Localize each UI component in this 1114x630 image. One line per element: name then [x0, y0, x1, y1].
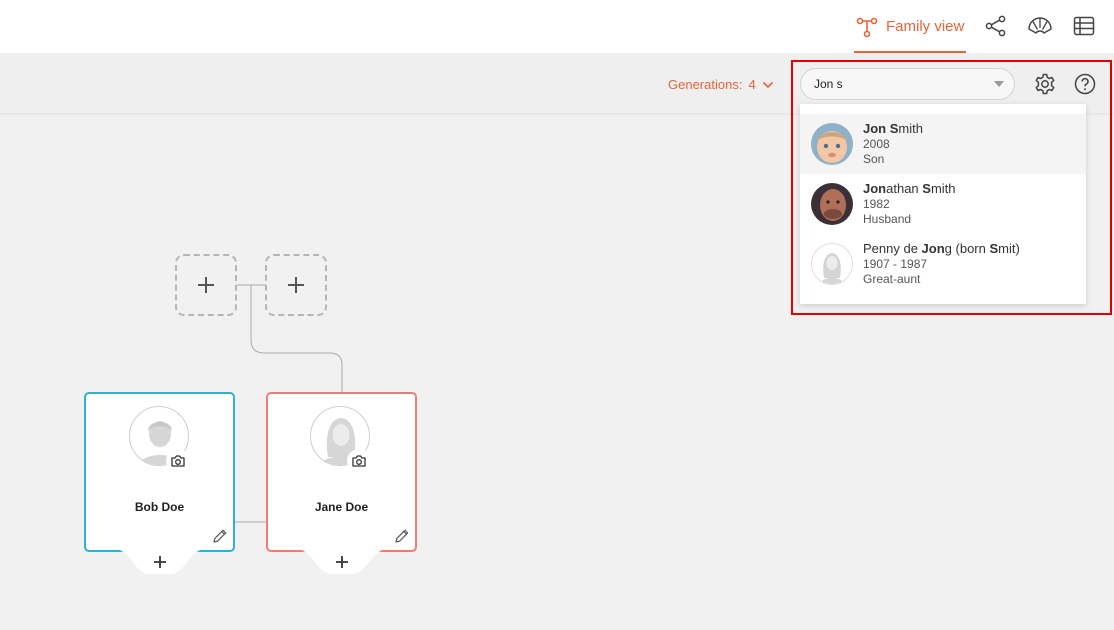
person-card-jane-doe[interactable]: Jane Doe — [266, 392, 417, 552]
add-child-button[interactable] — [302, 550, 382, 576]
person-name: Jane Doe — [314, 500, 369, 514]
person-name: Bob Doe — [134, 500, 185, 514]
pencil-edit-icon[interactable] — [211, 527, 229, 545]
add-child-button[interactable] — [120, 550, 200, 576]
plus-icon — [288, 277, 304, 293]
camera-icon[interactable] — [166, 449, 190, 473]
camera-icon[interactable] — [347, 449, 371, 473]
add-parent-button[interactable] — [175, 254, 237, 316]
pencil-edit-icon[interactable] — [393, 527, 411, 545]
add-parent-button[interactable] — [265, 254, 327, 316]
person-card-bob-doe[interactable]: Bob Doe — [84, 392, 235, 552]
plus-icon — [198, 277, 214, 293]
